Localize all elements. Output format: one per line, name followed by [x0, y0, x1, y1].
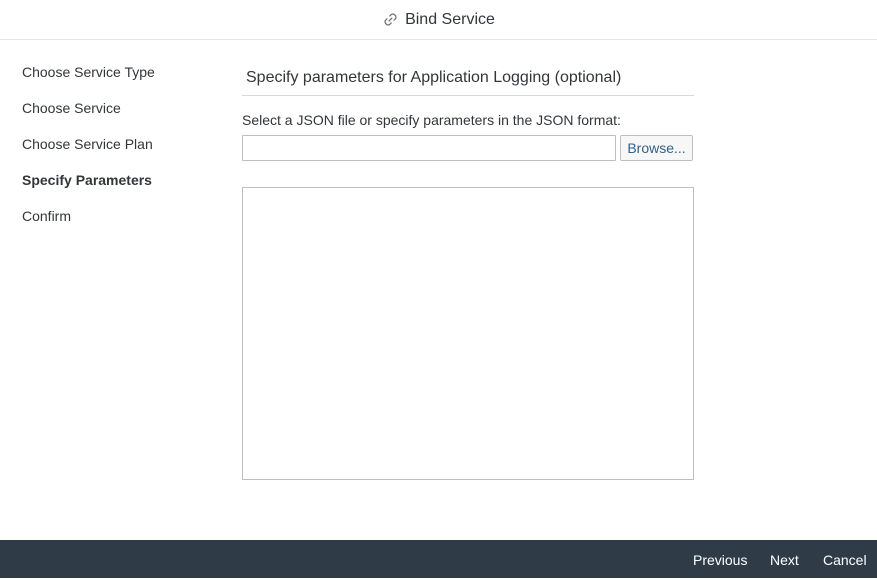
json-instruction-label: Select a JSON file or specify parameters…: [242, 112, 621, 128]
link-icon: [382, 12, 398, 28]
section-title: Specify parameters for Application Loggi…: [246, 69, 622, 86]
step-choose-service[interactable]: Choose Service: [22, 98, 212, 134]
cancel-button[interactable]: Cancel: [823, 540, 867, 578]
step-specify-parameters[interactable]: Specify Parameters: [22, 170, 212, 206]
step-confirm[interactable]: Confirm: [22, 206, 212, 242]
previous-button[interactable]: Previous: [693, 540, 747, 578]
wizard-steps: Choose Service Type Choose Service Choos…: [22, 62, 212, 242]
next-button[interactable]: Next: [770, 540, 799, 578]
json-file-input[interactable]: [242, 135, 616, 161]
section-divider: [242, 95, 694, 96]
dialog-title: Bind Service: [405, 10, 495, 28]
browse-button[interactable]: Browse...: [620, 135, 693, 161]
dialog-header: Bind Service: [0, 0, 877, 40]
step-choose-service-type[interactable]: Choose Service Type: [22, 62, 212, 98]
json-parameters-textarea[interactable]: [242, 187, 694, 480]
step-choose-service-plan[interactable]: Choose Service Plan: [22, 134, 212, 170]
dialog-title-group: Bind Service: [382, 11, 495, 29]
dialog-footer: Previous Next Cancel: [0, 540, 877, 578]
